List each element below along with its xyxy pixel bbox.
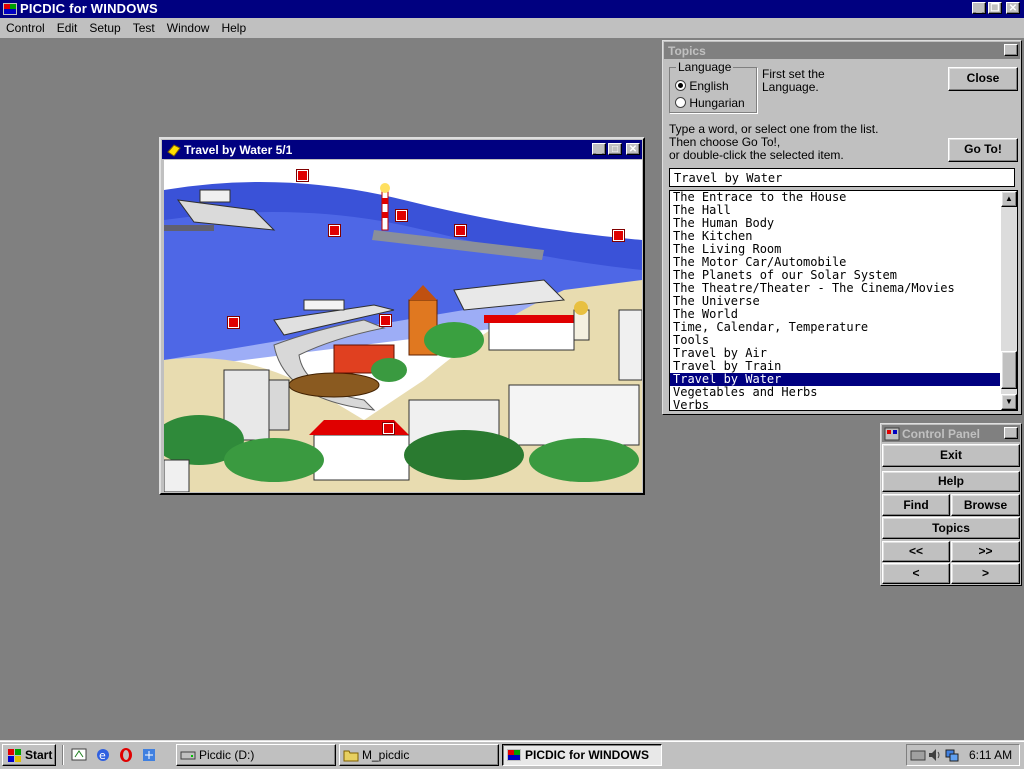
minimize-button[interactable]: _ <box>972 2 986 14</box>
instructions: Type a word, or select one from the list… <box>669 123 878 162</box>
task-picdic-windows[interactable]: PICDIC for WINDOWS <box>502 744 662 766</box>
hotspot-marker[interactable] <box>380 315 391 326</box>
language-hint: First set the Language. <box>762 67 825 94</box>
first-page-button[interactable]: << <box>882 541 950 562</box>
picture-minimize-button[interactable]: _ <box>592 143 606 155</box>
topic-list: The Entrace to the House The Hall The Huma… <box>670 191 1000 411</box>
last-page-button[interactable]: >> <box>951 541 1020 562</box>
exit-button[interactable]: Exit <box>882 444 1020 467</box>
hotspot-marker[interactable] <box>455 225 466 236</box>
help-button[interactable]: Help <box>882 471 1020 492</box>
browse-button[interactable]: Browse <box>951 494 1020 516</box>
app-titlebar: PICDIC for WINDOWS _ ❐ ✕ <box>0 0 1024 18</box>
topics-title: Topics <box>668 44 706 58</box>
radio-unchecked-icon <box>675 97 686 109</box>
previous-button[interactable]: < <box>882 563 950 584</box>
scroll-thumb[interactable] <box>1001 351 1017 389</box>
menu-edit[interactable]: Edit <box>51 18 84 36</box>
next-button[interactable]: > <box>951 563 1020 584</box>
task-label: PICDIC for WINDOWS <box>525 748 649 762</box>
tray-network-icon[interactable] <box>944 747 960 763</box>
control-panel-window: Control Panel ✕ Exit Help Find Browse To… <box>880 423 1022 586</box>
control-panel-title: Control Panel <box>902 427 981 441</box>
close-app-button[interactable]: ✕ <box>1006 2 1020 14</box>
topic-list-item[interactable]: Verbs <box>670 399 1000 411</box>
hotspot-marker[interactable] <box>228 317 239 328</box>
volume-icon[interactable] <box>927 747 943 763</box>
task-label: M_picdic <box>362 748 410 762</box>
taskbar: Start e Picdic (D:) M_picdic PICDIC for … <box>0 740 1024 769</box>
control-panel-titlebar[interactable]: Control Panel ✕ <box>882 425 1020 442</box>
topics-button[interactable]: Topics <box>882 517 1020 539</box>
topics-close-icon-button[interactable]: ✕ <box>1004 44 1018 56</box>
task-m-picdic[interactable]: M_picdic <box>339 744 499 766</box>
task-picdic-drive[interactable]: Picdic (D:) <box>176 744 336 766</box>
start-label: Start <box>25 748 53 762</box>
menu-control[interactable]: Control <box>0 18 51 36</box>
control-panel-close-button[interactable]: ✕ <box>1004 427 1018 439</box>
opera-icon[interactable] <box>118 747 134 763</box>
topics-titlebar[interactable]: Topics ✕ <box>664 42 1020 59</box>
radio-hungarian[interactable]: Hungarian <box>675 95 745 110</box>
control-panel-icon <box>884 426 900 442</box>
radio-checked-icon <box>675 80 686 92</box>
svg-text:e: e <box>99 749 106 762</box>
picture-close-button[interactable]: ✕ <box>626 143 640 155</box>
clock: 6:11 AM <box>969 748 1013 762</box>
language-group-label: Language <box>676 60 734 74</box>
hotspot-marker[interactable] <box>396 210 407 221</box>
picture-window-titlebar[interactable]: Travel by Water 5/1 _ □ ✕ <box>162 140 642 159</box>
goto-button[interactable]: Go To! <box>948 138 1018 162</box>
list-scrollbar[interactable]: ▲ ▼ <box>1001 191 1017 410</box>
hotspot-marker[interactable] <box>329 225 340 236</box>
hotspot-marker[interactable] <box>613 230 624 241</box>
system-tray: 6:11 AM <box>906 744 1020 766</box>
scroll-down-button[interactable]: ▼ <box>1001 394 1017 410</box>
app-title: PICDIC for WINDOWS <box>20 1 158 16</box>
browser-icon[interactable]: e <box>95 747 111 763</box>
menu-setup[interactable]: Setup <box>83 18 126 36</box>
picture-maximize-button[interactable]: □ <box>608 143 622 155</box>
topic-listbox[interactable]: The Entrace to the House The Hall The Huma… <box>669 190 1018 411</box>
menu-help[interactable]: Help <box>215 18 252 36</box>
radio-english[interactable]: English <box>675 78 729 93</box>
menu-window[interactable]: Window <box>161 18 216 36</box>
topic-list-item[interactable]: Time, Calendar, Temperature <box>670 321 1000 334</box>
picture-window-title: Travel by Water 5/1 <box>184 143 293 157</box>
radio-hungarian-label: Hungarian <box>689 95 745 110</box>
instruction-line: or double-click the selected item. <box>669 148 844 162</box>
scroll-up-button[interactable]: ▲ <box>1001 191 1017 207</box>
folder-icon <box>343 747 359 763</box>
task-label: Picdic (D:) <box>199 748 255 762</box>
find-button[interactable]: Find <box>882 494 950 516</box>
start-button[interactable]: Start <box>2 744 56 766</box>
menu-bar: Control Edit Setup Test Window Help <box>0 18 1024 39</box>
network-icon[interactable] <box>141 747 157 763</box>
hotspot-marker[interactable] <box>297 170 308 181</box>
tray-keyboard-icon[interactable] <box>910 747 926 763</box>
language-group: Language English Hungarian <box>669 60 757 113</box>
hotspot-marker[interactable] <box>383 423 394 434</box>
picture-window: Travel by Water 5/1 _ □ ✕ <box>159 137 645 495</box>
topic-search-input[interactable]: Travel by Water <box>669 168 1015 187</box>
app-icon[interactable] <box>2 1 18 17</box>
desktop-shortcut-icon[interactable] <box>71 747 87 763</box>
radio-english-label: English <box>689 78 729 93</box>
restore-button[interactable]: ❐ <box>988 2 1002 14</box>
close-button[interactable]: Close <box>948 67 1018 91</box>
quick-launch: e <box>62 745 163 765</box>
harbor-illustration[interactable] <box>164 160 642 492</box>
topics-window: Topics ✕ Language English Hungarian Firs… <box>662 40 1022 415</box>
windows-logo-icon <box>6 747 22 763</box>
menu-test[interactable]: Test <box>127 18 161 36</box>
picdic-app-icon <box>506 747 522 763</box>
topic-list-item[interactable]: Vegetables and Herbs <box>670 386 1000 399</box>
drive-icon <box>180 747 196 763</box>
book-icon <box>166 142 182 158</box>
